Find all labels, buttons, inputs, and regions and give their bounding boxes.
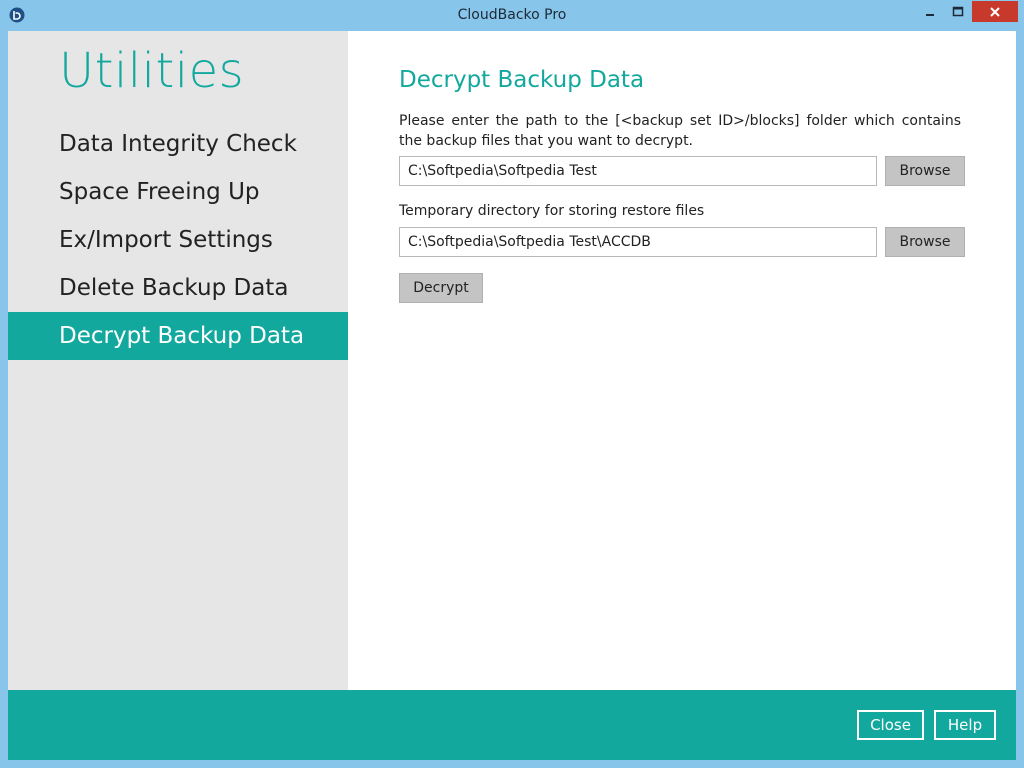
maximize-icon	[952, 6, 964, 16]
decrypt-button[interactable]: Decrypt	[399, 273, 483, 303]
temp-dir-input[interactable]	[399, 227, 877, 257]
sidebar-item-decrypt-backup-data[interactable]: Decrypt Backup Data	[8, 312, 348, 360]
browse-backup-path-button[interactable]: Browse	[885, 156, 965, 186]
footer-bar: Close Help	[8, 690, 1016, 760]
window-titlebar[interactable]: CloudBacko Pro	[0, 0, 1024, 31]
browse-temp-dir-button[interactable]: Browse	[885, 227, 965, 257]
sidebar-item-ex-import-settings[interactable]: Ex/Import Settings	[8, 216, 348, 264]
close-button[interactable]: Close	[857, 710, 924, 740]
sidebar-item-delete-backup-data[interactable]: Delete Backup Data	[8, 264, 348, 312]
sidebar: Utilities Data Integrity Check Space Fre…	[8, 31, 348, 690]
description-text: Please enter the path to the [<backup se…	[399, 113, 961, 149]
window-content: Utilities Data Integrity Check Space Fre…	[8, 31, 1016, 760]
window-title: CloudBacko Pro	[457, 7, 567, 23]
maximize-button[interactable]	[944, 1, 972, 22]
backup-path-input[interactable]	[399, 156, 877, 186]
sidebar-item-space-freeing-up[interactable]: Space Freeing Up	[8, 168, 348, 216]
minimize-button[interactable]	[916, 1, 944, 22]
sidebar-item-data-integrity-check[interactable]: Data Integrity Check	[8, 120, 348, 168]
page-title: Decrypt Backup Data	[399, 67, 645, 93]
temp-dir-label: Temporary directory for storing restore …	[399, 203, 705, 219]
window-close-button[interactable]	[972, 1, 1018, 22]
minimize-icon	[926, 13, 934, 16]
sidebar-title: Utilities	[59, 43, 245, 99]
help-button[interactable]: Help	[934, 710, 996, 740]
close-icon	[990, 6, 1000, 17]
